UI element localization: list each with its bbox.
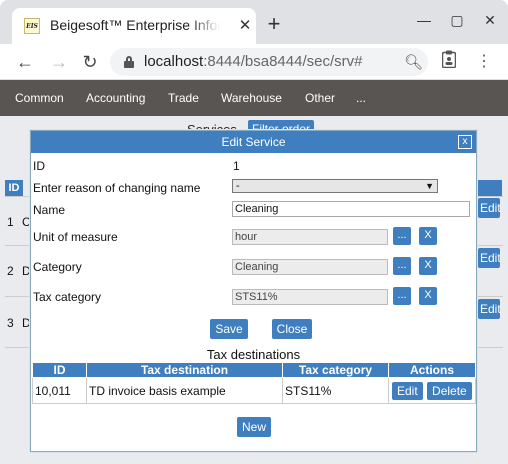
app-menubar: Common Accounting Trade Warehouse Other … <box>0 80 508 116</box>
uom-field: hour <box>232 229 388 245</box>
menu-accounting[interactable]: Accounting <box>86 91 145 105</box>
bg-edit-button[interactable]: Edit <box>478 299 501 319</box>
category-pick-button[interactable]: ... <box>393 257 411 275</box>
bg-row-id: 1 <box>7 215 14 229</box>
address-bar[interactable]: localhost:8444/bsa8444/sec/srv# 🔍︎ <box>110 48 428 76</box>
tax-category-label: Tax category <box>33 290 102 304</box>
row-category: STS11% <box>282 377 389 404</box>
url-text: localhost:8444/bsa8444/sec/srv# <box>144 53 362 70</box>
col-category-header: Tax category <box>282 362 389 378</box>
bg-edit-button[interactable]: Edit <box>478 248 501 268</box>
lock-icon[interactable] <box>124 56 134 68</box>
col-actions-header: Actions <box>388 362 476 378</box>
menu-more[interactable]: ... <box>356 91 366 105</box>
close-button[interactable]: Close <box>272 319 312 339</box>
id-value: 1 <box>233 159 240 173</box>
clipboard-profile-icon[interactable] <box>437 50 461 74</box>
table-row: 10,011 TD invoice basis example STS11% E… <box>32 377 476 404</box>
menu-warehouse[interactable]: Warehouse <box>221 91 282 105</box>
row-delete-button[interactable]: Delete <box>427 381 472 400</box>
category-field: Cleaning <box>232 259 388 275</box>
menu-common[interactable]: Common <box>15 91 64 105</box>
menu-kebab-icon[interactable]: ⋮ <box>472 50 496 74</box>
tax-destinations-table: ID Tax destination Tax category Actions … <box>32 362 476 404</box>
dialog-title: Edit Service <box>221 135 286 149</box>
back-icon[interactable]: ← <box>13 50 37 74</box>
bg-row-id: 2 <box>7 264 14 278</box>
save-button[interactable]: Save <box>210 319 248 339</box>
row-actions: Edit Delete <box>388 377 476 404</box>
category-clear-button[interactable]: X <box>419 257 437 275</box>
row-destination: TD invoice basis example <box>86 377 283 404</box>
bg-id-header: ID <box>5 180 23 196</box>
dialog-header: Edit Service x <box>31 131 476 153</box>
dialog-close-icon[interactable]: x <box>458 135 472 149</box>
tab-title: Beigesoft™ Enterprise Information System <box>50 17 220 33</box>
edit-service-dialog: Edit Service x ID 1 Enter reason of chan… <box>30 130 477 452</box>
tax-category-pick-button[interactable]: ... <box>393 287 411 305</box>
tax-category-clear-button[interactable]: X <box>419 287 437 305</box>
menu-trade[interactable]: Trade <box>168 91 199 105</box>
row-id: 10,011 <box>32 377 87 404</box>
category-label: Category <box>33 260 82 274</box>
menu-other[interactable]: Other <box>305 91 335 105</box>
browser-tab[interactable]: EIS Beigesoft™ Enterprise Information Sy… <box>12 8 256 44</box>
new-button[interactable]: New <box>237 417 271 437</box>
dropdown-arrow-icon: ▼ <box>425 181 434 191</box>
url-host: localhost <box>144 53 204 70</box>
forward-icon[interactable]: → <box>47 50 71 74</box>
browser-toolbar: ← → ↻ localhost:8444/bsa8444/sec/srv# 🔍︎… <box>0 44 508 80</box>
uom-pick-button[interactable]: ... <box>393 227 411 245</box>
zoom-icon[interactable]: 🔍︎ <box>404 53 423 71</box>
bg-edit-button[interactable]: Edit <box>478 198 501 218</box>
table-header-row: ID Tax destination Tax category Actions <box>32 362 476 378</box>
col-destination-header: Tax destination <box>86 362 283 378</box>
name-input[interactable]: Cleaning <box>232 201 470 217</box>
reload-icon[interactable]: ↻ <box>78 50 102 74</box>
tax-destinations-title: Tax destinations <box>206 347 301 362</box>
row-edit-button[interactable]: Edit <box>392 381 423 400</box>
new-tab-icon[interactable]: + <box>264 13 284 35</box>
uom-clear-button[interactable]: X <box>419 227 437 245</box>
name-label: Name <box>33 203 66 217</box>
reason-select-value: - <box>236 180 240 192</box>
url-path: :8444/bsa8444/sec/srv# <box>203 53 363 70</box>
id-label: ID <box>33 159 45 173</box>
maximize-icon[interactable]: ▢ <box>447 10 467 30</box>
minimize-icon[interactable]: ― <box>414 10 434 30</box>
close-tab-icon[interactable]: ✕ <box>236 17 254 35</box>
tax-category-field: STS11% <box>232 289 388 305</box>
favicon-icon: EIS <box>24 18 40 34</box>
bg-header-right <box>478 180 502 196</box>
bg-row-id: 3 <box>7 316 14 330</box>
reason-select[interactable]: - ▼ <box>232 179 438 193</box>
reason-label: Enter reason of changing name <box>33 181 201 195</box>
uom-label: Unit of measure <box>33 230 118 244</box>
browser-tab-strip: EIS Beigesoft™ Enterprise Information Sy… <box>0 0 508 44</box>
col-id-header: ID <box>32 362 87 378</box>
close-window-icon[interactable]: ✕ <box>480 10 500 30</box>
